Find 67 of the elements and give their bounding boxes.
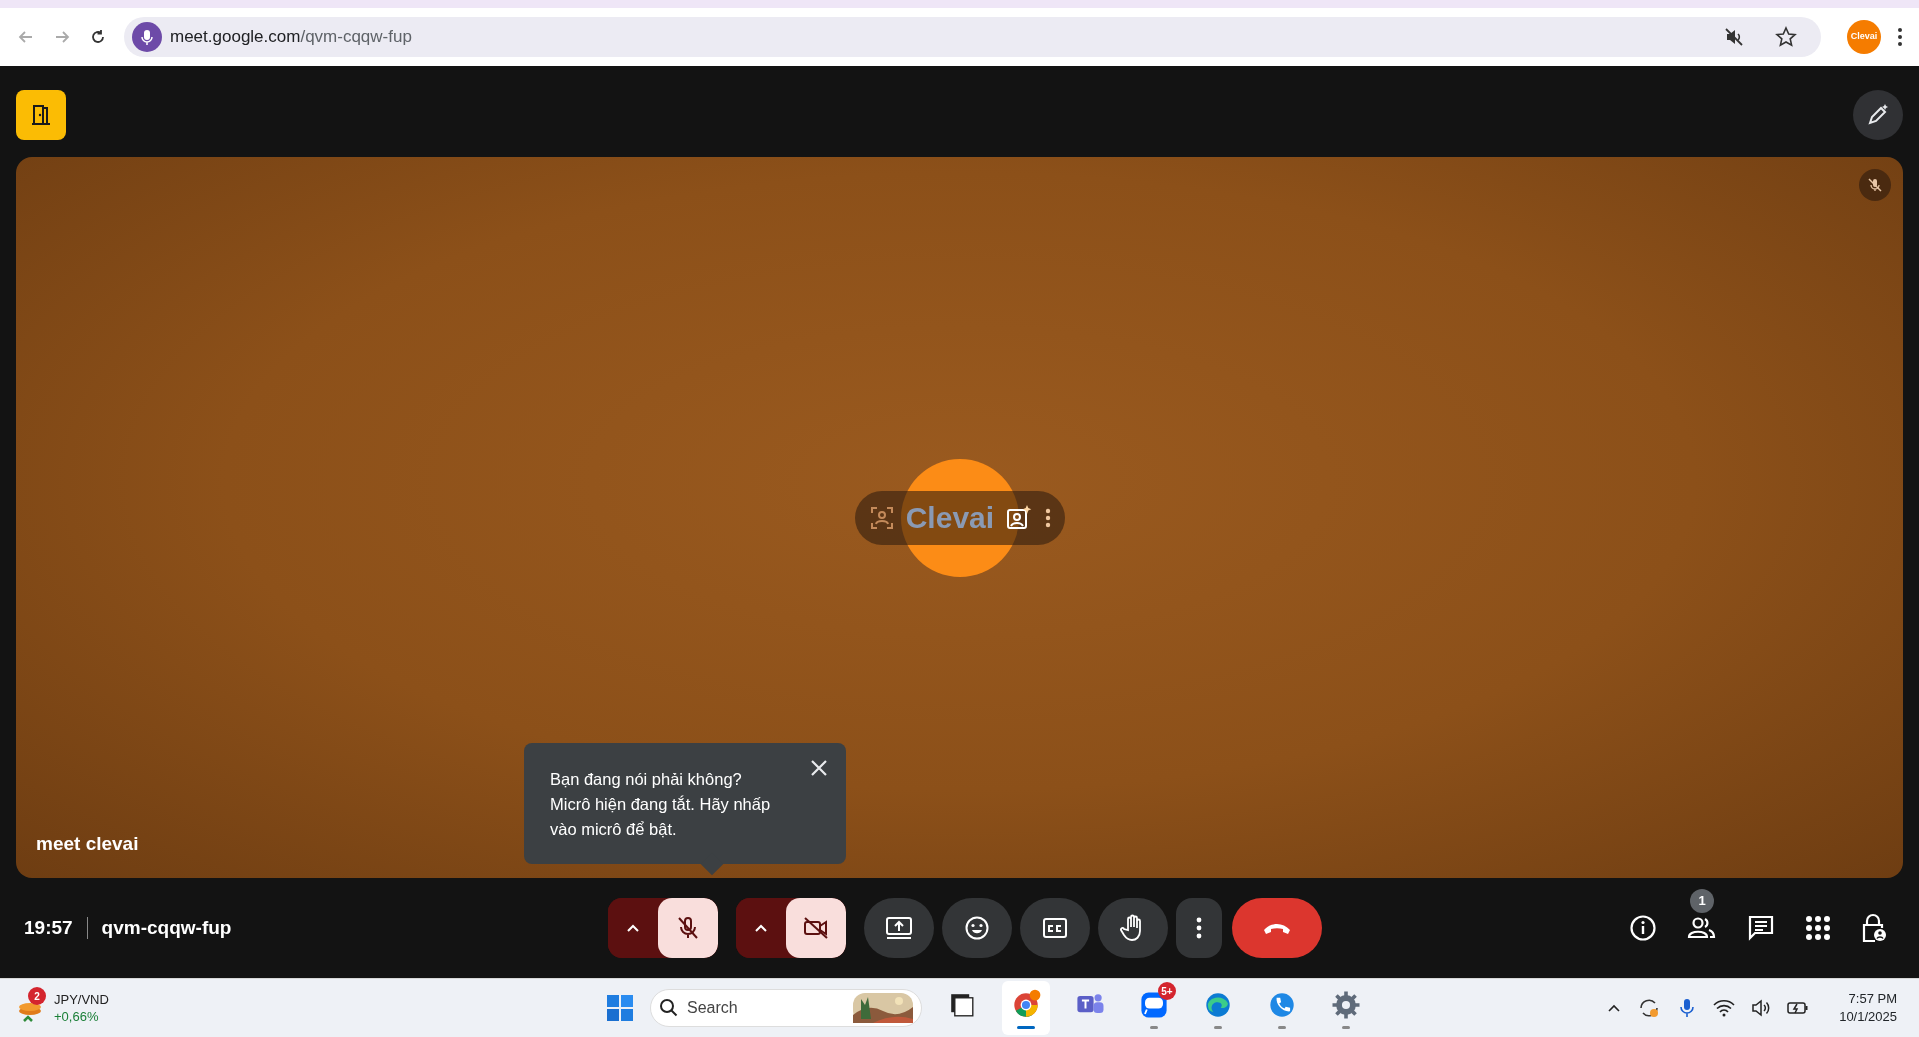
search-placeholder: Search: [687, 998, 738, 1018]
clock-time: 7:57 PM: [1848, 990, 1897, 1008]
caret-up-icon: [754, 923, 768, 933]
present-button[interactable]: [864, 898, 934, 958]
camera-off-icon: [802, 915, 830, 941]
raise-hand-button[interactable]: [1098, 898, 1168, 958]
frame-person-icon[interactable]: [868, 504, 895, 531]
end-call-button[interactable]: [1232, 898, 1322, 958]
info-button[interactable]: [1629, 914, 1657, 942]
menu-button[interactable]: [1897, 27, 1903, 47]
grid-dots-icon: [1805, 915, 1831, 941]
chat-button[interactable]: [1747, 914, 1775, 942]
more-options-icon[interactable]: [1044, 507, 1051, 528]
clock-date: 10/1/2025: [1839, 1008, 1897, 1026]
participant-count-badge: 1: [1690, 889, 1714, 913]
captions-button[interactable]: [1020, 898, 1090, 958]
kebab-menu-icon: [1897, 27, 1903, 47]
door-button[interactable]: [16, 89, 66, 140]
clock[interactable]: 7:57 PM 10/1/2025: [1839, 990, 1897, 1026]
meeting-code: qvm-cqqw-fup: [101, 915, 232, 940]
address-bar[interactable]: meet.google.com/qvm-cqqw-fup: [124, 17, 1821, 57]
host-controls-button[interactable]: [1861, 913, 1887, 943]
meeting-time: 19:57: [24, 915, 73, 940]
show-hidden-icons-button[interactable]: [1607, 1003, 1622, 1013]
microphone-icon: [132, 22, 162, 52]
wifi-icon[interactable]: [1713, 999, 1736, 1017]
image-sparkle-icon[interactable]: [1005, 503, 1034, 532]
caret-up-icon: [1607, 1003, 1622, 1013]
speaker-icon[interactable]: [1751, 999, 1772, 1017]
captions-icon: [1042, 917, 1068, 939]
phone-hangup-icon: [1262, 921, 1292, 935]
search-icon: [659, 998, 679, 1018]
search-field[interactable]: Search: [650, 989, 922, 1027]
tooltip-text: Bạn đang nói phải không? Micrô hiện đang tắt. Hãy nhấp vào micrô để bật.: [550, 770, 771, 838]
close-icon: [810, 759, 828, 777]
avatar-text: Clevai: [905, 502, 995, 533]
participant-name: meet clevai: [36, 831, 139, 856]
close-button[interactable]: [810, 759, 828, 777]
people-icon: [1687, 915, 1717, 941]
emoji-button[interactable]: [942, 898, 1012, 958]
caret-up-icon: [626, 923, 640, 933]
battery-charging-icon[interactable]: [1787, 1000, 1810, 1016]
url-host: meet.google.com: [170, 26, 301, 49]
door-icon: [30, 103, 52, 126]
smiley-icon: [964, 915, 990, 941]
notification-badge: 2: [28, 987, 46, 1005]
more-options-icon: [1196, 917, 1202, 939]
microphone-button[interactable]: [658, 898, 718, 958]
screen-upload-icon: [885, 916, 913, 940]
muted-microphone-icon: [675, 915, 701, 941]
star-icon[interactable]: [1775, 26, 1797, 48]
start-button[interactable]: [606, 994, 634, 1022]
info-icon: [1629, 914, 1657, 942]
muted-microphone-icon: [1867, 177, 1883, 193]
widget-change: +0,66%: [54, 1008, 100, 1025]
widget-title: JPY/VND: [54, 991, 109, 1008]
muted-speaker-icon[interactable]: [1723, 26, 1745, 48]
activities-button[interactable]: [1805, 915, 1831, 941]
lock-person-icon: [1861, 913, 1887, 943]
pencil-sparkle-button[interactable]: [1853, 89, 1903, 140]
notification-badge: 5+: [1158, 982, 1176, 1000]
camera-button[interactable]: [786, 898, 846, 958]
windows-logo-icon: [606, 994, 634, 1022]
taskbar-app[interactable]: 5+: [1130, 981, 1178, 1035]
more-button[interactable]: [1176, 898, 1222, 958]
url-path: /qvm-cqqw-fup: [300, 26, 412, 49]
chat-icon: [1747, 914, 1775, 942]
